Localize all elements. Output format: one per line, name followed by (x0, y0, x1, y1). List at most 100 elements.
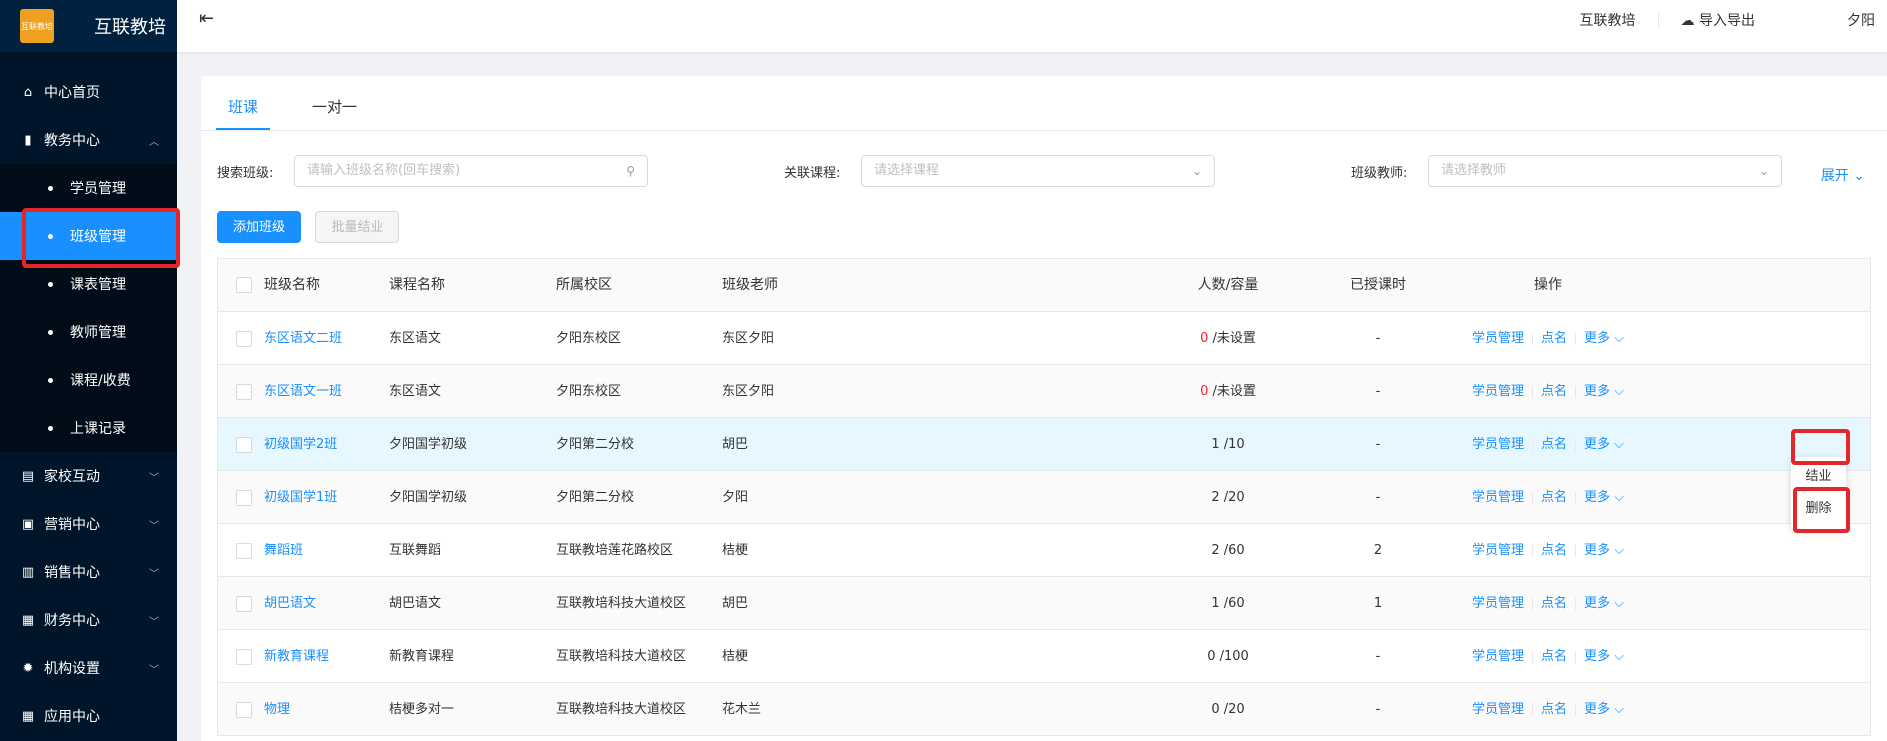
sidebar-item-7[interactable]: ▦ 应用中心 (0, 692, 177, 740)
table-cell: 夕阳国学初级 (389, 471, 467, 524)
student-management-link[interactable]: 学员管理 (1472, 437, 1524, 452)
row-checkbox[interactable] (236, 383, 252, 400)
table-cell: 胡巴 (722, 577, 748, 630)
chevron-down-icon: ⌵ (1610, 490, 1625, 505)
graduate-menu-item[interactable]: 结业 (1791, 461, 1846, 493)
table-cell: 舞蹈班 (264, 524, 303, 577)
taught-hours: - (1375, 384, 1381, 399)
class-name-link[interactable]: 舞蹈班 (264, 543, 303, 558)
course-name: 夕阳国学初级 (389, 437, 468, 452)
student-management-link[interactable]: 学员管理 (1472, 331, 1524, 346)
course-select[interactable]: 请选择课程 ⌄ (861, 155, 1215, 187)
class-name-link[interactable]: 新教育课程 (264, 649, 329, 664)
header-right: 互联教培 ☁ 导入导出 夕阳 (1558, 0, 1887, 40)
more-dropdown-trigger[interactable]: 更多 ⌵ (1584, 649, 1624, 664)
more-dropdown-trigger[interactable]: 更多 ⌵ (1584, 596, 1624, 611)
sidebar-item-3[interactable]: ▣ 营销中心 ﹀ (0, 500, 177, 548)
table-row: 初级国学1班 夕阳国学初级 夕阳第二分校 夕阳 2 /20 - 学员管理 点名 更多 ⌵ (218, 471, 1870, 524)
gift-icon: ▣ (21, 516, 35, 532)
class-type-tabs: 班课 一对一 (201, 76, 1887, 131)
sidebar-subitem-1[interactable]: 班级管理 (0, 212, 177, 260)
student-management-link[interactable]: 学员管理 (1472, 596, 1524, 611)
class-name-link[interactable]: 东区语文一班 (264, 384, 342, 399)
table-cell: 东区语文 (389, 365, 441, 418)
rollcall-link[interactable]: 点名 (1541, 649, 1567, 664)
rollcall-link[interactable]: 点名 (1541, 543, 1567, 558)
table-cell: 桔梗多对一 (389, 683, 454, 736)
class-name-link[interactable]: 初级国学2班 (264, 437, 337, 452)
student-management-link[interactable]: 学员管理 (1472, 649, 1524, 664)
sidebar-subitem-5[interactable]: 上课记录 (0, 404, 177, 452)
student-management-link[interactable]: 学员管理 (1472, 384, 1524, 399)
row-checkbox[interactable] (236, 701, 252, 718)
import-export-link[interactable]: ☁ 导入导出 (1659, 10, 1777, 30)
class-name-link[interactable]: 物理 (264, 702, 290, 717)
batch-graduate-button[interactable]: 批量结业 (315, 211, 400, 243)
user-name[interactable]: 夕阳 (1777, 10, 1887, 30)
class-name-link[interactable]: 胡巴语文 (264, 596, 316, 611)
table-cell: 班级老师 (722, 259, 778, 312)
sidebar-item-1[interactable]: ▮ 教务中心 ︿ (0, 116, 177, 164)
op-divider (1575, 438, 1576, 451)
student-management-link[interactable]: 学员管理 (1472, 543, 1524, 558)
menu-fold-icon[interactable]: ⇤ (199, 8, 214, 29)
rollcall-link[interactable]: 点名 (1541, 331, 1567, 346)
more-dropdown-trigger[interactable]: 更多 ⌵ (1584, 384, 1624, 399)
capacity: /20 (1223, 702, 1245, 717)
tab-0[interactable]: 班课 (216, 76, 271, 130)
chevron-down-icon: ﹀ (149, 473, 159, 484)
sidebar-subitem-2[interactable]: 课表管理 (0, 260, 177, 308)
rollcall-link[interactable]: 点名 (1541, 384, 1567, 399)
sidebar-item-6[interactable]: ✹ 机构设置 ﹀ (0, 644, 177, 692)
expand-filters-button[interactable]: 展开 ⌄ (1821, 165, 1865, 185)
more-dropdown-trigger[interactable]: 更多 ⌵ (1584, 490, 1624, 505)
table-cell: 课程名称 (389, 259, 445, 312)
student-management-link[interactable]: 学员管理 (1472, 490, 1524, 505)
class-name-link[interactable]: 初级国学1班 (264, 490, 337, 505)
more-label: 更多 (1584, 490, 1611, 505)
more-label: 更多 (1584, 384, 1611, 399)
search-input[interactable]: 请输入班级名称(回车搜索) ⚲ (294, 155, 648, 187)
more-dropdown-trigger[interactable]: 更多 ⌵ (1584, 543, 1624, 558)
row-checkbox[interactable] (236, 436, 252, 453)
sidebar-item-2[interactable]: ▤ 家校互动 ﹀ (0, 452, 177, 500)
rollcall-link[interactable]: 点名 (1541, 490, 1567, 505)
sidebar-item-label: 应用中心 (44, 709, 100, 725)
more-dropdown-trigger[interactable]: 更多 ⌵ (1584, 331, 1624, 346)
rollcall-link[interactable]: 点名 (1541, 702, 1567, 717)
more-dropdown-trigger[interactable]: 更多 ⌵ (1584, 437, 1624, 452)
rollcall-link[interactable]: 点名 (1541, 596, 1567, 611)
sidebar-item-4[interactable]: ▥ 销售中心 ﹀ (0, 548, 177, 596)
sidebar-item-0[interactable]: ⌂ 中心首页 (0, 68, 177, 116)
row-checkbox[interactable] (236, 330, 252, 347)
home-icon: ⌂ (23, 84, 33, 100)
sidebar-subitem-0[interactable]: 学员管理 (0, 164, 177, 212)
sidebar-subitem-label: 上课记录 (70, 421, 126, 437)
row-checkbox[interactable] (236, 489, 252, 506)
table-cell (236, 577, 252, 630)
header-org[interactable]: 互联教培 (1558, 10, 1658, 30)
tab-1[interactable]: 一对一 (300, 76, 369, 130)
table-cell (236, 365, 252, 418)
select-all-checkbox[interactable] (236, 277, 252, 293)
row-checkbox[interactable] (236, 542, 252, 559)
search-icon[interactable]: ⚲ (626, 156, 635, 186)
delete-menu-item[interactable]: 删除 (1791, 493, 1846, 525)
row-checkbox[interactable] (236, 648, 252, 665)
sidebar-subitem-4[interactable]: 课程/收费 (0, 356, 177, 404)
sidebar-item-5[interactable]: ▦ 财务中心 ﹀ (0, 596, 177, 644)
bullet-dot (48, 425, 53, 431)
wallet-icon: ▦ (21, 612, 35, 628)
class-name-link[interactable]: 东区语文二班 (264, 331, 342, 346)
rollcall-link[interactable]: 点名 (1541, 437, 1567, 452)
row-checkbox[interactable] (236, 595, 252, 612)
student-management-link[interactable]: 学员管理 (1472, 702, 1524, 717)
import-export-label: 导入导出 (1699, 13, 1755, 29)
more-dropdown-trigger[interactable]: 更多 ⌵ (1584, 702, 1624, 717)
add-class-button[interactable]: 添加班级 (217, 211, 302, 243)
teacher-select[interactable]: 请选择教师 ⌄ (1428, 155, 1782, 187)
table-cell: 1 /10 (1158, 418, 1298, 471)
table-cell: 学员管理 点名 更多 ⌵ (1448, 365, 1648, 418)
table-row: 东区语文二班 东区语文 夕阳东校区 东区夕阳 0 /未设置 - 学员管理 点名 更多 ⌵ (218, 312, 1870, 365)
sidebar-subitem-3[interactable]: 教师管理 (0, 308, 177, 356)
